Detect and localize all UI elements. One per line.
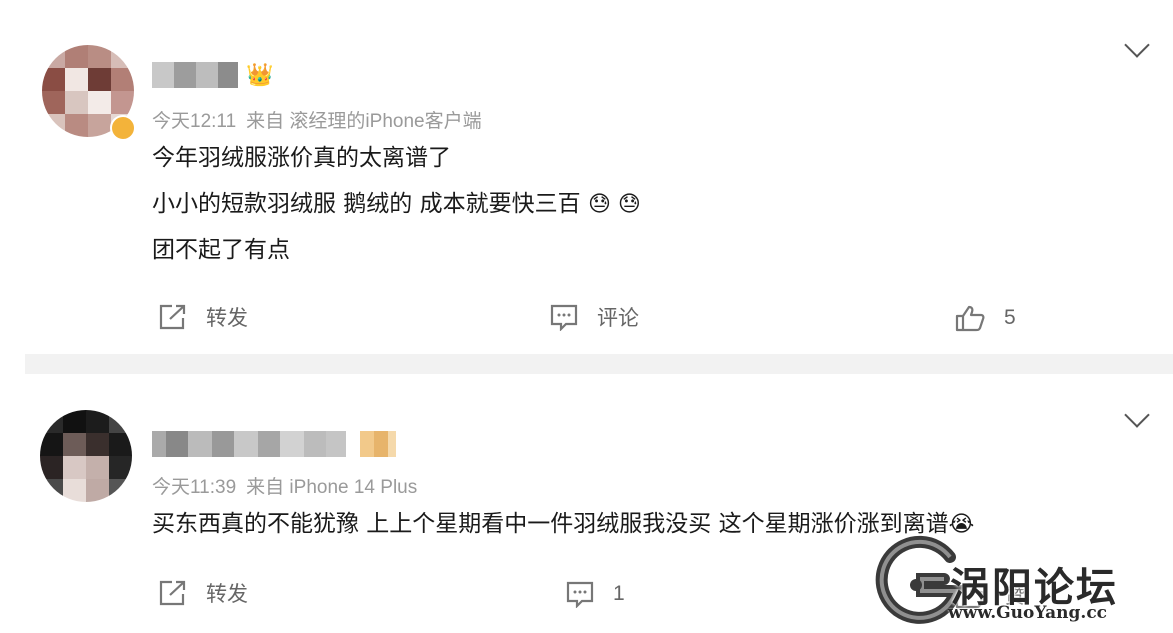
forum-watermark: 涡阳论坛 www.GuoYang.cc bbox=[872, 535, 1172, 633]
comment-count: 1 bbox=[613, 582, 625, 605]
timestamp: 今天12:11 bbox=[152, 111, 237, 132]
username-blurred[interactable] bbox=[152, 431, 346, 457]
avatar[interactable] bbox=[40, 410, 132, 502]
like-icon bbox=[955, 305, 985, 332]
comment-meta: 今天12:11 来自 滚经理的iPhone客户端 bbox=[152, 106, 482, 133]
crying-emoji: 😭 bbox=[948, 512, 975, 537]
sweat-emoji: 😓 😓 bbox=[587, 192, 641, 217]
comment-line: 小小的短款羽绒服 鹅绒的 成本就要快三百 😓 😓 bbox=[152, 189, 641, 220]
chevron-down-icon[interactable] bbox=[1124, 32, 1150, 58]
comment-line: 买东西真的不能犹豫 上上个星期看中一件羽绒服我没买 这个星期涨价涨到离谱😭 bbox=[152, 509, 974, 540]
comment-meta: 今天11:39 来自 iPhone 14 Plus bbox=[152, 472, 417, 499]
repost-button[interactable]: 转发 bbox=[158, 578, 248, 608]
divider bbox=[25, 354, 1173, 374]
comment-icon bbox=[566, 581, 594, 608]
comment-line: 今年羽绒服涨价真的太离谱了 bbox=[152, 145, 451, 171]
comment-button[interactable]: 评论 bbox=[549, 302, 639, 332]
comment-line: 团不起了有点 bbox=[152, 237, 290, 263]
chevron-down-icon[interactable] bbox=[1124, 402, 1150, 428]
comment-button[interactable]: 1 bbox=[565, 580, 625, 608]
timestamp: 今天11:39 bbox=[152, 477, 237, 498]
comment-line-text: 小小的短款羽绒服 鹅绒的 成本就要快三百 bbox=[152, 191, 581, 217]
comment-line-text: 买东西真的不能犹豫 上上个星期看中一件羽绒服我没买 这个星期涨价涨到离谱 bbox=[152, 511, 949, 537]
repost-icon bbox=[159, 580, 186, 606]
source: 来自 滚经理的iPhone客户端 bbox=[246, 111, 482, 132]
forum-url: www.GuoYang.cc bbox=[948, 603, 1108, 623]
like-count: 5 bbox=[1004, 306, 1016, 329]
repost-button[interactable]: 转发 bbox=[158, 302, 248, 332]
crown-icon: 👑 bbox=[246, 63, 274, 88]
comment-icon bbox=[550, 304, 578, 331]
repost-label: 转发 bbox=[206, 583, 248, 606]
verified-badge bbox=[110, 115, 136, 141]
like-button[interactable]: 5 bbox=[954, 304, 1016, 332]
comment-label: 评论 bbox=[597, 307, 639, 330]
username-blurred[interactable] bbox=[152, 62, 238, 88]
member-badge-blurred bbox=[360, 431, 396, 457]
repost-icon bbox=[159, 304, 186, 330]
repost-label: 转发 bbox=[206, 307, 248, 330]
source: 来自 iPhone 14 Plus bbox=[246, 477, 418, 498]
